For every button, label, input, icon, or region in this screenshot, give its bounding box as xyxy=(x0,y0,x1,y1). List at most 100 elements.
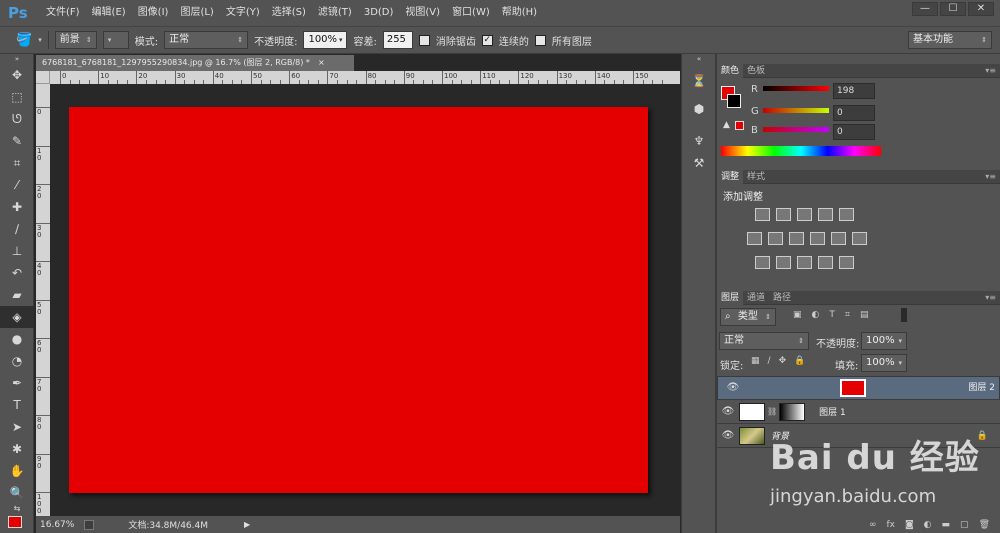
zoom-tool-icon[interactable]: 🔍 xyxy=(0,482,34,504)
minimize-button[interactable]: — xyxy=(912,2,938,16)
visibility-eye-icon[interactable]: 👁 xyxy=(717,430,739,441)
tab-styles[interactable]: 样式 xyxy=(743,170,769,184)
smart-object-filter-icon[interactable]: ▤ xyxy=(860,310,869,320)
mode-select[interactable]: 正常 ⇕ xyxy=(164,31,249,49)
photo-filter-icon[interactable] xyxy=(810,232,825,245)
paint-bucket-icon[interactable]: 🪣 xyxy=(16,33,32,48)
ruler-origin[interactable] xyxy=(36,71,50,84)
tab-channels[interactable]: 通道 xyxy=(743,291,769,305)
layer-filter-select[interactable]: ⌕ 类型 ⇕ xyxy=(720,308,776,326)
3d-panel-icon[interactable]: ⬢ xyxy=(682,98,716,120)
restore-button[interactable]: ☐ xyxy=(940,2,966,16)
black-white-icon[interactable] xyxy=(789,232,804,245)
contiguous-checkbox[interactable]: ✓ xyxy=(481,34,493,46)
panel-menu-icon[interactable]: ▾≡ xyxy=(981,64,1000,78)
tab-color[interactable]: 颜色 xyxy=(717,63,744,78)
layer-mask-thumbnail[interactable] xyxy=(779,402,806,421)
color-lookup-icon[interactable] xyxy=(852,232,867,245)
menu-type[interactable]: 文字(Y) xyxy=(220,0,266,26)
lock-transparency-icon[interactable]: ▦ xyxy=(751,356,760,366)
layer-row-1[interactable]: 👁 ⛓ 图层 1 xyxy=(717,400,1000,424)
gradient-map-icon[interactable] xyxy=(839,256,854,269)
menu-file[interactable]: 文件(F) xyxy=(40,0,86,26)
collapse-icon[interactable]: « xyxy=(682,54,716,64)
curves-icon[interactable] xyxy=(797,208,812,221)
add-mask-icon[interactable]: ◙ xyxy=(905,520,914,530)
menu-filter[interactable]: 滤镜(T) xyxy=(312,0,358,26)
blend-mode-select[interactable]: 正常 ⇕ xyxy=(719,332,809,350)
red-input[interactable]: 198 xyxy=(833,83,875,99)
hue-saturation-icon[interactable] xyxy=(747,232,762,245)
new-adjustment-icon[interactable]: ◐ xyxy=(924,520,932,530)
crop-tool-icon[interactable]: ⌗ xyxy=(0,152,34,174)
all-layers-checkbox[interactable] xyxy=(534,34,546,46)
red-slider[interactable] xyxy=(763,86,829,91)
type-tool-icon[interactable]: T xyxy=(0,394,34,416)
brush-panel-icon[interactable]: ♆ xyxy=(682,130,716,152)
status-menu-arrow-icon[interactable]: ▶ xyxy=(244,520,250,529)
gamut-swatch[interactable] xyxy=(735,121,744,130)
document-canvas[interactable] xyxy=(69,107,648,493)
blue-input[interactable]: 0 xyxy=(833,124,875,140)
fill-input[interactable]: 100% ▾ xyxy=(861,354,907,372)
blue-slider[interactable] xyxy=(763,127,829,132)
close-document-icon[interactable]: × xyxy=(318,58,325,67)
visibility-eye-icon[interactable]: 👁 xyxy=(717,406,739,417)
collapse-icon[interactable]: » xyxy=(0,54,34,64)
document-tab[interactable]: 6768181_6768181_1297955290834.jpg @ 16.7… xyxy=(36,55,354,71)
menu-select[interactable]: 选择(S) xyxy=(266,0,312,26)
marquee-tool-icon[interactable]: ⬚ xyxy=(0,86,34,108)
link-layers-icon[interactable]: ∞ xyxy=(869,520,877,530)
panel-menu-icon[interactable]: ▾≡ xyxy=(981,291,1000,305)
lock-position-icon[interactable]: ✥ xyxy=(779,356,787,366)
green-slider[interactable] xyxy=(763,108,829,113)
menu-edit[interactable]: 编辑(E) xyxy=(86,0,132,26)
new-group-icon[interactable]: ▬ xyxy=(942,520,951,530)
layer-opacity-input[interactable]: 100% ▾ xyxy=(861,332,907,350)
exposure-icon[interactable] xyxy=(818,208,833,221)
filter-toggle[interactable] xyxy=(901,308,907,322)
shape-tool-icon[interactable]: ✱ xyxy=(0,438,34,460)
dodge-tool-icon[interactable]: ◔ xyxy=(0,350,34,372)
foreground-color-swatch[interactable] xyxy=(8,516,22,528)
new-layer-icon[interactable]: ▢ xyxy=(960,520,969,530)
tab-swatches[interactable]: 色板 xyxy=(743,64,769,78)
clone-source-icon[interactable]: ⚒ xyxy=(682,152,716,174)
invert-icon[interactable] xyxy=(755,256,770,269)
panel-menu-icon[interactable]: ▾≡ xyxy=(981,170,1000,184)
channel-mixer-icon[interactable] xyxy=(831,232,846,245)
hand-tool-icon[interactable]: ✋ xyxy=(0,460,34,482)
swap-colors-icon[interactable]: ⇆ xyxy=(0,504,34,514)
shape-filter-icon[interactable]: ⌗ xyxy=(845,310,850,320)
warning-icon[interactable]: ▲ xyxy=(723,120,730,130)
opacity-input[interactable]: 100% ▾ xyxy=(303,31,348,49)
pixel-filter-icon[interactable]: ▣ xyxy=(793,310,802,320)
brush-tool-icon[interactable]: ∕ xyxy=(0,218,34,240)
clone-stamp-tool-icon[interactable]: ⊥ xyxy=(0,240,34,262)
move-tool-icon[interactable]: ✥ xyxy=(0,64,34,86)
fx-icon[interactable]: fx xyxy=(886,520,895,530)
menu-help[interactable]: 帮助(H) xyxy=(496,0,543,26)
lock-all-icon[interactable]: 🔒 xyxy=(794,356,805,366)
vibrance-icon[interactable] xyxy=(839,208,854,221)
lock-pixels-icon[interactable]: ∕ xyxy=(768,356,771,366)
history-brush-tool-icon[interactable]: ↶ xyxy=(0,262,34,284)
antialias-checkbox[interactable] xyxy=(418,34,430,46)
posterize-icon[interactable] xyxy=(776,256,791,269)
tab-adjustments[interactable]: 调整 xyxy=(717,169,744,184)
menu-view[interactable]: 视图(V) xyxy=(399,0,446,26)
brightness-icon[interactable] xyxy=(755,208,770,221)
tolerance-input[interactable]: 255 xyxy=(382,31,413,49)
tab-layers[interactable]: 图层 xyxy=(717,290,744,305)
levels-icon[interactable] xyxy=(776,208,791,221)
type-filter-icon[interactable]: T xyxy=(829,310,835,320)
blur-tool-icon[interactable]: ● xyxy=(0,328,34,350)
delete-layer-icon[interactable]: 🗑 xyxy=(979,520,990,530)
color-balance-icon[interactable] xyxy=(768,232,783,245)
menu-image[interactable]: 图像(I) xyxy=(132,0,175,26)
link-chain-icon[interactable]: ⛓ xyxy=(767,407,777,416)
menu-layer[interactable]: 图层(L) xyxy=(174,0,219,26)
color-spectrum[interactable] xyxy=(721,146,881,156)
menu-3d[interactable]: 3D(D) xyxy=(358,0,400,26)
eraser-tool-icon[interactable]: ▰ xyxy=(0,284,34,306)
